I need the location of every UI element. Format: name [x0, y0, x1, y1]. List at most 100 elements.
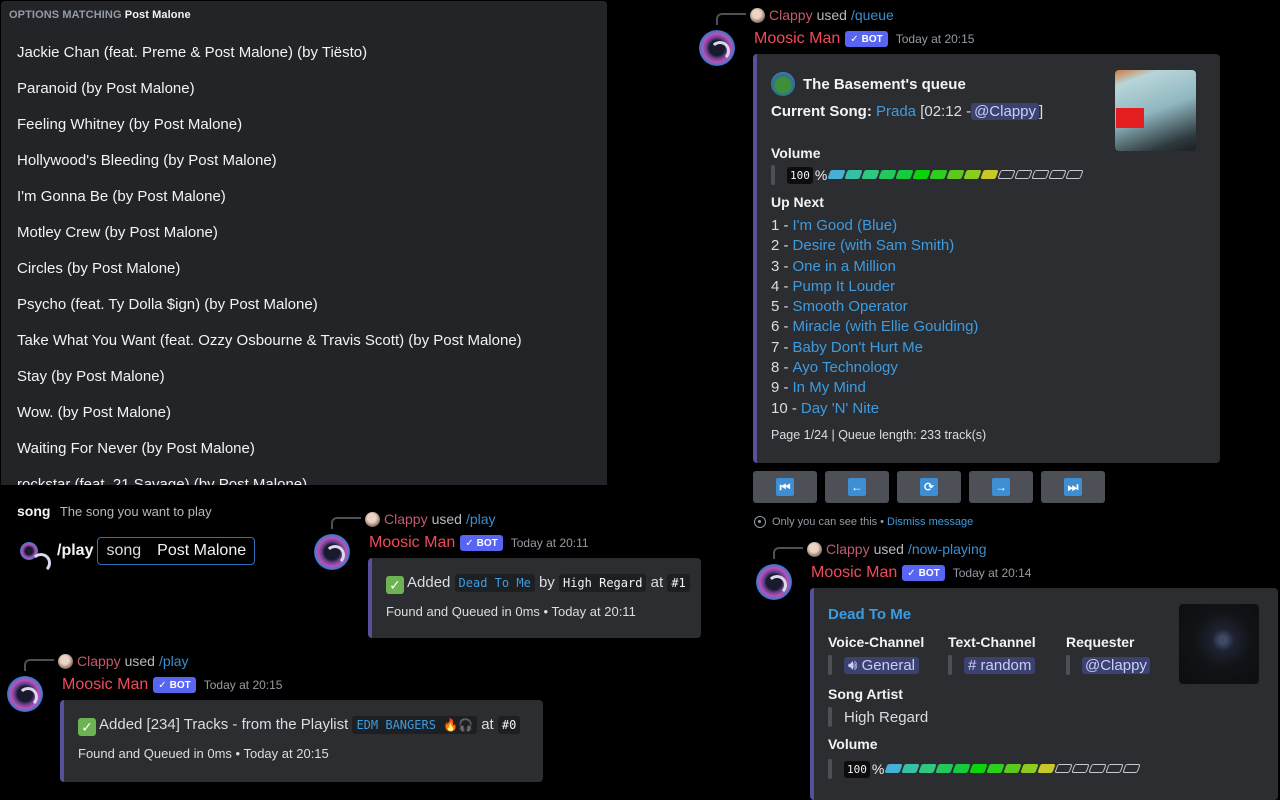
- volume-segment-filled: [986, 764, 1005, 773]
- bot-badge: ✓ BOT: [845, 31, 888, 47]
- quote-bar: [771, 165, 775, 185]
- autocomplete-option[interactable]: Psycho (feat. Ty Dolla $ign) (by Post Ma…: [1, 287, 607, 323]
- next-page-button[interactable]: →: [969, 471, 1033, 503]
- up-next-song-link[interactable]: In My Mind: [793, 379, 866, 396]
- message-play-2: Clappy used /play: [24, 651, 189, 671]
- autocomplete-option[interactable]: Feeling Whitney (by Post Malone): [1, 107, 607, 143]
- up-next-item: 5 - Smooth Operator: [771, 297, 978, 317]
- play-embed-1: ✓ Added Dead To Me by High Regard at #1 F…: [368, 558, 701, 638]
- up-next-song-link[interactable]: I'm Good (Blue): [793, 217, 898, 234]
- autocomplete-panel: OPTIONS MATCHING Post Malone Jackie Chan…: [1, 1, 607, 485]
- message-queue: Clappy used /queue: [716, 5, 894, 25]
- queue-embed: The Basement's queue Current Song: Prada…: [753, 54, 1220, 463]
- up-next-song-link[interactable]: Desire (with Sam Smith): [793, 237, 955, 254]
- autocomplete-option[interactable]: Stay (by Post Malone): [1, 359, 607, 395]
- reply-command[interactable]: /now-playing: [908, 541, 987, 557]
- volume-segment-empty: [1048, 170, 1067, 179]
- album-thumbnail[interactable]: [1115, 70, 1196, 151]
- queue-pagination-buttons: ⏮ ← ⟳ → ⏭: [753, 471, 1105, 503]
- command-option-value[interactable]: Post Malone: [157, 542, 246, 560]
- embed-description: ✓ Added Dead To Me by High Regard at #1: [386, 574, 690, 594]
- volume-segment-empty: [1014, 170, 1033, 179]
- command-option-input[interactable]: song Post Malone: [97, 537, 256, 565]
- skip-back-icon: ⏮: [776, 478, 794, 496]
- up-next-song-link[interactable]: Miracle (with Ellie Goulding): [793, 318, 979, 335]
- up-next-song-link[interactable]: Ayo Technology: [793, 359, 898, 376]
- volume-segment-filled: [980, 170, 999, 179]
- autocomplete-option[interactable]: I'm Gonna Be (by Post Malone): [1, 179, 607, 215]
- reply-command[interactable]: /queue: [851, 7, 894, 23]
- hash-icon: #: [968, 656, 977, 674]
- bot-name[interactable]: Moosic Man: [811, 564, 897, 582]
- autocomplete-option[interactable]: rockstar (feat. 21 Savage) (by Post Malo…: [1, 467, 607, 485]
- up-next-song-link[interactable]: Pump It Louder: [793, 278, 896, 295]
- check-mark-icon: ✓: [386, 576, 404, 594]
- message-header: Moosic Man ✓ BOT Today at 20:11: [369, 534, 589, 552]
- at-text: at: [481, 716, 494, 733]
- up-next-song-link[interactable]: One in a Million: [793, 258, 896, 275]
- previous-page-button[interactable]: ←: [825, 471, 889, 503]
- first-page-button[interactable]: ⏮: [753, 471, 817, 503]
- autocomplete-option[interactable]: Take What You Want (feat. Ozzy Osbourne …: [1, 323, 607, 359]
- bot-name[interactable]: Moosic Man: [369, 534, 455, 552]
- option-name: song: [17, 503, 51, 519]
- message-header: Moosic Man ✓ BOT Today at 20:15: [62, 676, 282, 694]
- autocomplete-option[interactable]: Motley Crew (by Post Malone): [1, 215, 607, 251]
- command-input-row[interactable]: /play song Post Malone: [20, 537, 256, 573]
- autocomplete-option[interactable]: Circles (by Post Malone): [1, 251, 607, 287]
- quote-bar: [948, 655, 952, 675]
- now-playing-title[interactable]: Dead To Me: [828, 606, 911, 623]
- bot-name[interactable]: Moosic Man: [754, 30, 840, 48]
- last-page-button[interactable]: ⏭: [1041, 471, 1105, 503]
- volume-segment-filled: [884, 764, 903, 773]
- refresh-button[interactable]: ⟳: [897, 471, 961, 503]
- voice-channel-mention[interactable]: 🔊︎ General: [844, 656, 919, 674]
- bot-avatar[interactable]: [314, 534, 350, 570]
- bot-avatar[interactable]: [756, 564, 792, 600]
- autocomplete-option[interactable]: Wow. (by Post Malone): [1, 395, 607, 431]
- reply-username[interactable]: Clappy: [77, 653, 121, 669]
- up-next-label: Up Next: [771, 194, 824, 210]
- arrow-left-icon: ←: [848, 478, 866, 496]
- reply-username[interactable]: Clappy: [826, 541, 870, 557]
- reply-command[interactable]: /play: [159, 653, 189, 669]
- up-next-index: 2 -: [771, 237, 789, 255]
- bot-name[interactable]: Moosic Man: [62, 676, 148, 694]
- arrow-right-icon: →: [992, 478, 1010, 496]
- autocomplete-option[interactable]: Hollywood's Bleeding (by Post Malone): [1, 143, 607, 179]
- autocomplete-option[interactable]: Jackie Chan (feat. Preme & Post Malone) …: [1, 35, 607, 71]
- bot-badge: ✓ BOT: [460, 535, 503, 551]
- queue-position: #1: [667, 574, 690, 592]
- autocomplete-option[interactable]: Paranoid (by Post Malone): [1, 71, 607, 107]
- volume-label: Volume: [828, 736, 878, 752]
- volume-bar: 100 %: [771, 165, 1084, 185]
- user-avatar: [365, 511, 380, 527]
- autocomplete-header-label: OPTIONS MATCHING: [9, 9, 122, 21]
- bracket-close: ]: [1039, 103, 1044, 120]
- reply-username[interactable]: Clappy: [769, 7, 813, 23]
- message-timestamp: Today at 20:14: [952, 566, 1032, 580]
- message-header: Moosic Man ✓ BOT Today at 20:15: [754, 30, 974, 48]
- autocomplete-option[interactable]: Waiting For Never (by Post Malone): [1, 431, 607, 467]
- bot-badge-label: BOT: [861, 33, 883, 45]
- dismiss-message-link[interactable]: Dismiss message: [887, 516, 973, 528]
- volume-segment-empty: [1088, 764, 1107, 773]
- volume-segment-filled: [1020, 764, 1039, 773]
- bot-avatar[interactable]: [7, 676, 43, 712]
- volume-segment-filled: [878, 170, 897, 179]
- requester-mention[interactable]: @Clappy: [971, 103, 1039, 120]
- bot-avatar[interactable]: [699, 30, 735, 66]
- current-song-link[interactable]: Prada: [876, 103, 916, 120]
- reply-command[interactable]: /play: [466, 511, 496, 527]
- up-next-song-link[interactable]: Day 'N' Nite: [801, 400, 879, 417]
- reply-username[interactable]: Clappy: [384, 511, 428, 527]
- bot-app-icon: [20, 542, 51, 573]
- up-next-song-link[interactable]: Smooth Operator: [793, 298, 908, 315]
- requester-mention[interactable]: @Clappy: [1082, 656, 1150, 674]
- up-next-index: 1 -: [771, 217, 789, 234]
- up-next-song-link[interactable]: Baby Don't Hurt Me: [793, 339, 923, 356]
- text-channel-mention[interactable]: # random: [964, 656, 1036, 674]
- reply-connector: [331, 517, 361, 529]
- up-next-item: 2 - Desire (with Sam Smith): [771, 236, 978, 256]
- album-thumbnail[interactable]: [1179, 604, 1259, 684]
